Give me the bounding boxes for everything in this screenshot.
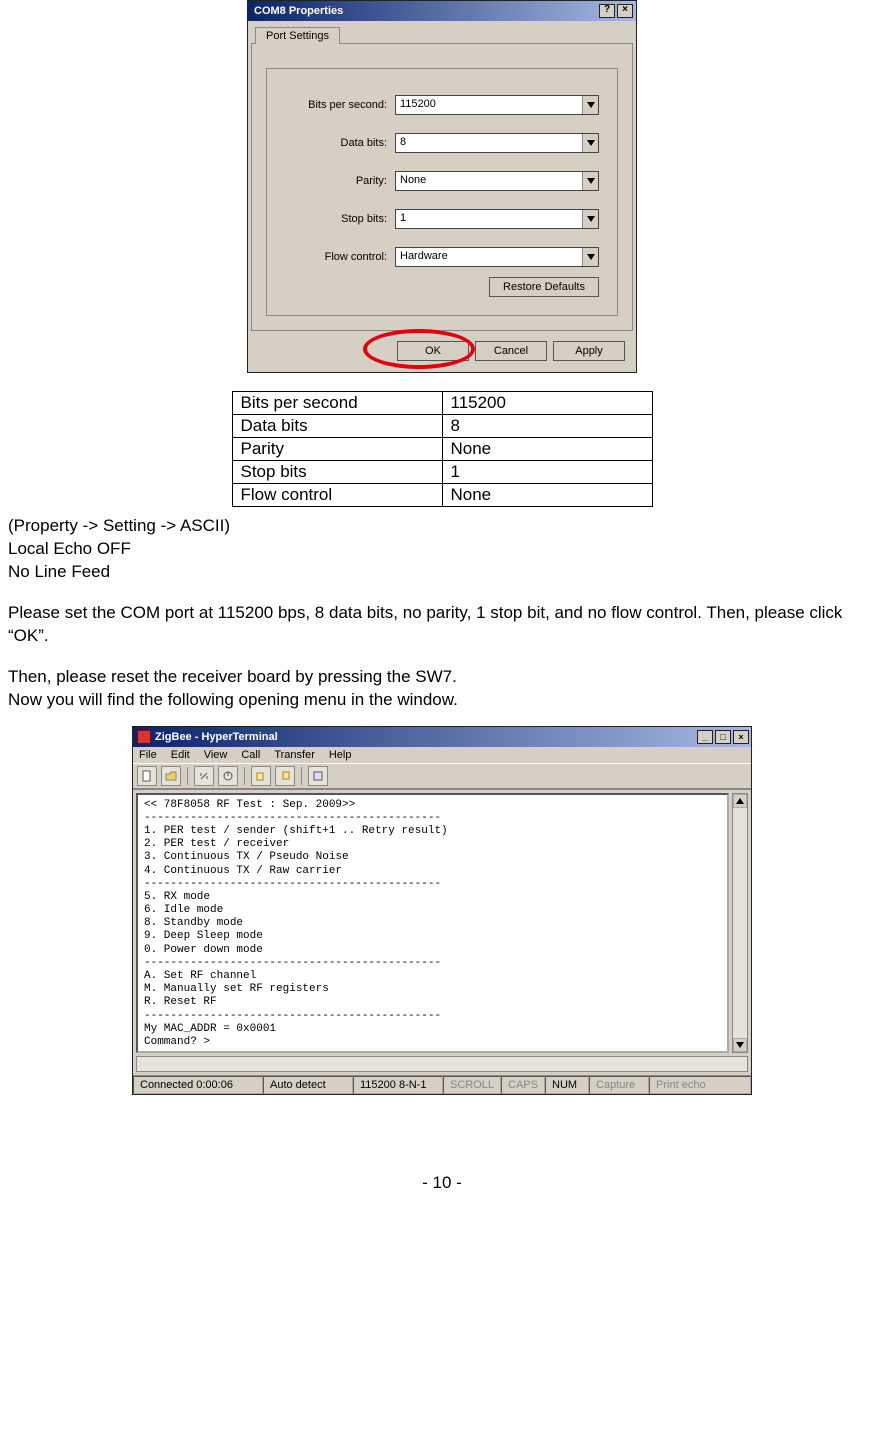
vertical-scrollbar[interactable] (732, 793, 748, 1053)
data-bits-dropdown[interactable]: 8 (395, 133, 599, 153)
text-line: Then, please reset the receiver board by… (8, 666, 876, 689)
status-echo: Print echo (649, 1076, 751, 1094)
table-cell: Stop bits (232, 461, 442, 484)
scroll-track[interactable] (733, 808, 747, 1038)
dropdown-arrow-icon (582, 210, 598, 228)
table-row: Stop bits1 (232, 461, 652, 484)
menu-transfer[interactable]: Transfer (274, 749, 315, 761)
table-row: ParityNone (232, 438, 652, 461)
menu-edit[interactable]: Edit (171, 749, 190, 761)
bits-per-second-value: 115200 (396, 96, 582, 114)
bits-per-second-dropdown[interactable]: 115200 (395, 95, 599, 115)
table-cell: 8 (442, 415, 652, 438)
send-icon[interactable] (251, 766, 271, 786)
apply-button[interactable]: Apply (553, 341, 625, 361)
status-connected: Connected 0:00:06 (133, 1076, 263, 1094)
table-row: Bits per second115200 (232, 392, 652, 415)
data-bits-value: 8 (396, 134, 582, 152)
data-bits-label: Data bits: (285, 137, 395, 149)
ht-menubar: File Edit View Call Transfer Help (133, 747, 751, 763)
status-capture: Capture (589, 1076, 649, 1094)
port-settings-table: Bits per second115200 Data bits8 ParityN… (232, 391, 653, 507)
table-row: Data bits8 (232, 415, 652, 438)
text-line: (Property -> Setting -> ASCII) (8, 515, 876, 538)
table-cell: Flow control (232, 484, 442, 507)
table-cell: None (442, 438, 652, 461)
scroll-up-icon[interactable] (733, 794, 747, 808)
table-cell: 115200 (442, 392, 652, 415)
open-icon[interactable] (161, 766, 181, 786)
dropdown-arrow-icon (582, 172, 598, 190)
status-num: NUM (545, 1076, 589, 1094)
properties-icon[interactable] (308, 766, 328, 786)
receive-icon[interactable] (275, 766, 295, 786)
titlebar-close-button[interactable]: × (617, 4, 633, 18)
page-number: - 10 - (8, 1173, 876, 1193)
menu-file[interactable]: File (139, 749, 157, 761)
connect-icon[interactable] (194, 766, 214, 786)
table-cell: Data bits (232, 415, 442, 438)
flow-control-label: Flow control: (285, 251, 395, 263)
parity-label: Parity: (285, 175, 395, 187)
ht-statusbar: Connected 0:00:06 Auto detect 115200 8-N… (133, 1075, 751, 1094)
text-line: Now you will find the following opening … (8, 689, 876, 712)
new-icon[interactable] (137, 766, 157, 786)
menu-help[interactable]: Help (329, 749, 352, 761)
document-body-text: (Property -> Setting -> ASCII) Local Ech… (8, 515, 876, 712)
ht-titlebar[interactable]: ZigBee - HyperTerminal _ □ × (133, 727, 751, 747)
table-cell: None (442, 484, 652, 507)
tab-port-settings[interactable]: Port Settings (255, 27, 340, 44)
table-row: Flow controlNone (232, 484, 652, 507)
ht-title: ZigBee - HyperTerminal (155, 731, 697, 743)
status-config: 115200 8-N-1 (353, 1076, 443, 1094)
ht-toolbar (133, 763, 751, 789)
table-cell: Parity (232, 438, 442, 461)
table-cell: 1 (442, 461, 652, 484)
table-cell: Bits per second (232, 392, 442, 415)
minimize-button[interactable]: _ (697, 730, 713, 744)
stop-bits-dropdown[interactable]: 1 (395, 209, 599, 229)
text-paragraph: Please set the COM port at 115200 bps, 8… (8, 602, 876, 648)
flow-control-value: Hardware (396, 248, 582, 266)
stop-bits-value: 1 (396, 210, 582, 228)
menu-view[interactable]: View (204, 749, 228, 761)
hyperterminal-window: ZigBee - HyperTerminal _ □ × File Edit V… (132, 726, 752, 1095)
status-caps: CAPS (501, 1076, 545, 1094)
dialog-title: COM8 Properties (254, 5, 597, 17)
restore-defaults-button[interactable]: Restore Defaults (489, 277, 599, 297)
status-scroll: SCROLL (443, 1076, 501, 1094)
dropdown-arrow-icon (582, 96, 598, 114)
ht-app-icon (137, 730, 151, 744)
com8-properties-dialog: COM8 Properties ? × Port Settings Bits p… (247, 0, 637, 373)
stop-bits-label: Stop bits: (285, 213, 395, 225)
scroll-down-icon[interactable] (733, 1038, 747, 1052)
dropdown-arrow-icon (582, 134, 598, 152)
text-line: Local Echo OFF (8, 538, 876, 561)
parity-dropdown[interactable]: None (395, 171, 599, 191)
menu-call[interactable]: Call (241, 749, 260, 761)
disconnect-icon[interactable] (218, 766, 238, 786)
ok-button[interactable]: OK (397, 341, 469, 361)
flow-control-dropdown[interactable]: Hardware (395, 247, 599, 267)
horizontal-scrollbar[interactable] (136, 1056, 748, 1072)
parity-value: None (396, 172, 582, 190)
cancel-button[interactable]: Cancel (475, 341, 547, 361)
status-detect: Auto detect (263, 1076, 353, 1094)
dialog-titlebar[interactable]: COM8 Properties ? × (248, 1, 636, 21)
titlebar-help-button[interactable]: ? (599, 4, 615, 18)
text-line: No Line Feed (8, 561, 876, 584)
terminal-output[interactable]: << 78F8058 RF Test : Sep. 2009>> -------… (136, 793, 729, 1053)
close-button[interactable]: × (733, 730, 749, 744)
maximize-button[interactable]: □ (715, 730, 731, 744)
bits-per-second-label: Bits per second: (285, 99, 395, 111)
dropdown-arrow-icon (582, 248, 598, 266)
